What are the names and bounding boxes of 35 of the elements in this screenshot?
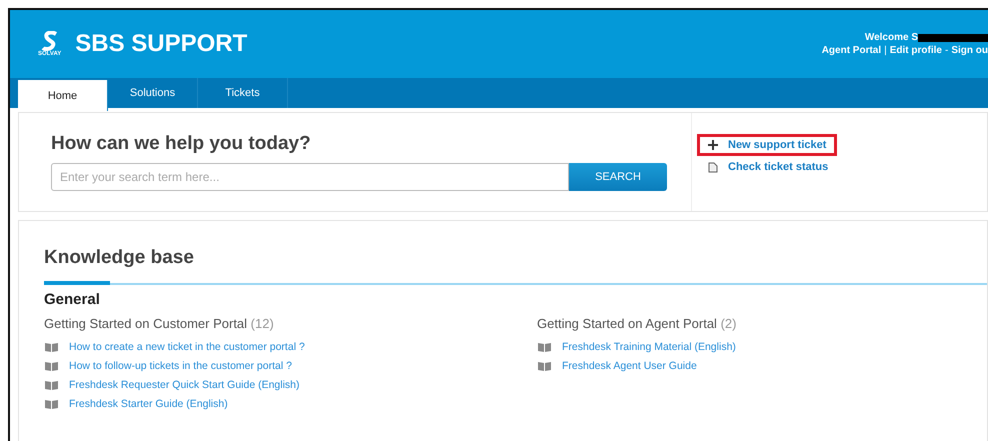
folder-title[interactable]: Getting Started on Agent Portal (2) <box>537 316 987 331</box>
folder-title[interactable]: Getting Started on Customer Portal (12) <box>44 316 537 331</box>
user-link[interactable]: Sign ou <box>951 45 988 56</box>
article-link[interactable]: How to create a new ticket in the customer portal ? <box>44 341 537 353</box>
book-icon <box>44 398 59 410</box>
nav-tab[interactable]: Tickets <box>198 78 288 108</box>
book-icon <box>537 342 552 352</box>
article-link[interactable]: Freshdesk Training Material (English) <box>537 341 987 353</box>
plus-icon <box>708 140 718 150</box>
welcome-text: Welcome S <box>864 32 918 43</box>
separator: | <box>884 45 887 56</box>
article-link[interactable]: Freshdesk Requester Quick Start Guide (English) <box>44 379 537 391</box>
user-link[interactable]: Edit profile <box>890 45 942 56</box>
action-link[interactable]: New support ticket <box>700 137 834 153</box>
section-heading: Knowledge base <box>44 247 195 269</box>
redaction-bar <box>918 34 988 42</box>
article-link[interactable]: Freshdesk Starter Guide (English) <box>44 398 537 410</box>
book-icon <box>44 342 59 352</box>
book-icon <box>537 360 552 372</box>
article-link[interactable]: How to follow-up tickets in the customer portal ? <box>44 360 537 372</box>
action-link[interactable]: Check ticket status <box>700 159 836 175</box>
search-field[interactable]: Enter your search term here... <box>51 163 569 191</box>
nav-tab[interactable]: Solutions <box>108 78 198 108</box>
help-heading: How can we help you today? <box>51 133 312 155</box>
site-title: SBS SUPPORT <box>75 30 248 58</box>
user-link[interactable]: Agent Portal <box>822 45 882 56</box>
book-icon <box>44 380 59 390</box>
category-heading: General <box>44 291 101 308</box>
nav-tab[interactable]: Home <box>18 80 108 111</box>
document-icon <box>708 162 718 172</box>
book-icon <box>44 360 59 372</box>
logo-icon <box>40 31 59 51</box>
article-link[interactable]: Freshdesk Agent User Guide <box>537 360 987 372</box>
separator: - <box>944 45 948 56</box>
search-button[interactable]: SEARCH <box>569 163 667 191</box>
